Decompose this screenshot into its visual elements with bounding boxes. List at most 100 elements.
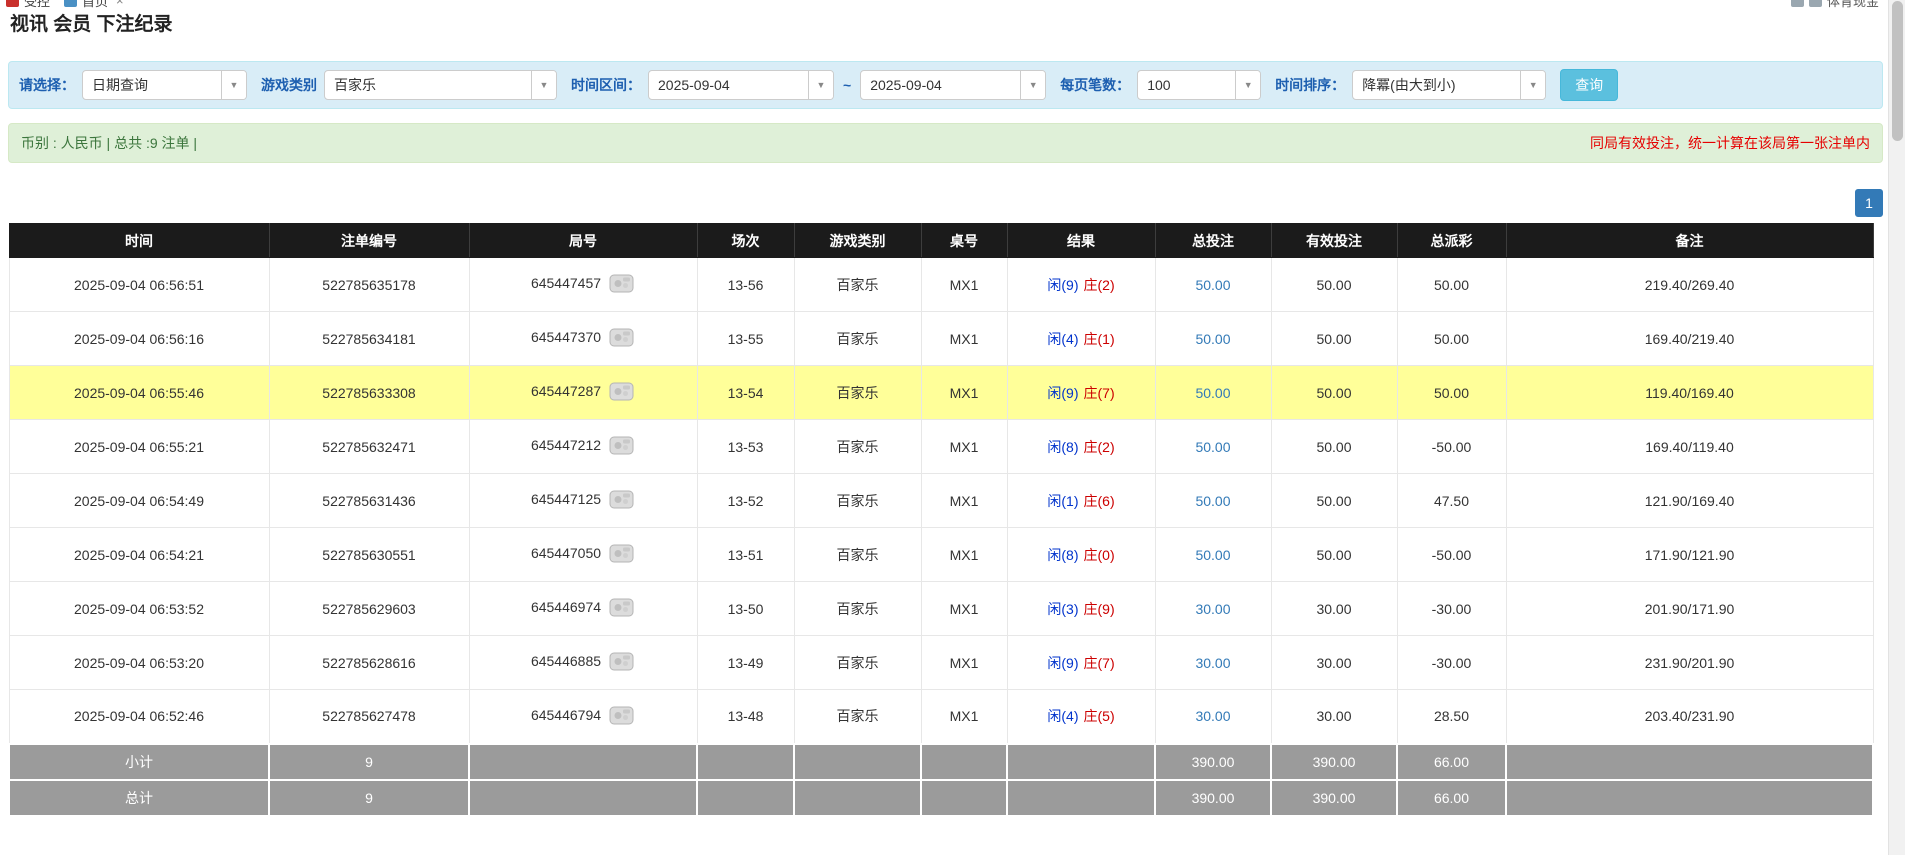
total-bet-link[interactable]: 50.00 — [1195, 439, 1230, 455]
cell-result: 闲(9)庄(7) — [1007, 366, 1155, 420]
table-row: 2025-09-04 06:53:20 522785628616 6454468… — [9, 636, 1873, 690]
cell-total-bet: 30.00 — [1155, 690, 1271, 744]
search-button[interactable]: 查询 — [1560, 69, 1618, 101]
top-right-label: 体育现金 — [1827, 0, 1879, 10]
top-tab-home[interactable]: 首页 × — [64, 0, 124, 10]
cell-note: 119.40/169.40 — [1506, 366, 1873, 420]
result-banker: 庄(9) — [1084, 601, 1115, 617]
cell-note: 201.90/171.90 — [1506, 582, 1873, 636]
total-total-bet: 390.00 — [1155, 780, 1271, 816]
table-row: 2025-09-04 06:56:51 522785635178 6454474… — [9, 258, 1873, 312]
round-id-text: 645447287 — [531, 383, 601, 399]
total-bet-link[interactable]: 50.00 — [1195, 277, 1230, 293]
round-result-icon[interactable] — [609, 272, 635, 297]
page-size-select[interactable]: 100 ▼ — [1137, 70, 1261, 100]
query-type-select[interactable]: 日期查询 ▼ — [82, 70, 247, 100]
scrollbar-thumb[interactable] — [1892, 1, 1903, 141]
cell-game-type: 百家乐 — [794, 582, 921, 636]
top-tab-home-label: 首页 — [82, 0, 108, 10]
result-banker: 庄(0) — [1084, 547, 1115, 563]
total-bet-link[interactable]: 50.00 — [1195, 385, 1230, 401]
cell-table-no: MX1 — [921, 420, 1007, 474]
date-from-select[interactable]: 2025-09-04 ▼ — [648, 70, 834, 100]
cell-payout: 50.00 — [1397, 312, 1506, 366]
result-player: 闲(9) — [1047, 277, 1078, 293]
cell-result: 闲(8)庄(2) — [1007, 420, 1155, 474]
round-id-text: 645447457 — [531, 275, 601, 291]
cell-time: 2025-09-04 06:55:46 — [9, 366, 269, 420]
subtotal-total-bet: 390.00 — [1155, 744, 1271, 780]
page-1-button[interactable]: 1 — [1855, 189, 1883, 217]
chevron-down-icon: ▼ — [1520, 71, 1545, 99]
cell-game-type: 百家乐 — [794, 312, 921, 366]
currency-summary-text: 币别 : 人民币 | 总共 :9 注单 | — [21, 133, 197, 153]
chevron-down-icon: ▼ — [531, 71, 556, 99]
cell-round-id: 645447457 — [469, 258, 697, 312]
total-bet-link[interactable]: 50.00 — [1195, 493, 1230, 509]
total-row: 总计 9 390.00 390.00 66.00 — [9, 780, 1873, 816]
round-result-icon[interactable] — [609, 326, 635, 351]
round-result-icon[interactable] — [609, 434, 635, 459]
total-bet-link[interactable]: 50.00 — [1195, 331, 1230, 347]
top-tab-console[interactable]: 受控 — [6, 0, 50, 10]
round-result-icon[interactable] — [609, 488, 635, 513]
cell-bet-id: 522785630551 — [269, 528, 469, 582]
grid-icon — [1791, 0, 1804, 7]
subtotal-row: 小计 9 390.00 390.00 66.00 — [9, 744, 1873, 780]
cell-session: 13-54 — [697, 366, 794, 420]
chevron-down-icon: ▼ — [221, 71, 246, 99]
filter-bar: 请选择： 日期查询 ▼ 游戏类别 百家乐 ▼ 时间区间： 2025-09-04 … — [8, 61, 1883, 109]
date-to-select[interactable]: 2025-09-04 ▼ — [860, 70, 1046, 100]
cell-result: 闲(9)庄(2) — [1007, 258, 1155, 312]
total-bet-link[interactable]: 50.00 — [1195, 547, 1230, 563]
sort-order-select[interactable]: 降冪(由大到小) ▼ — [1352, 70, 1546, 100]
round-result-icon[interactable] — [609, 650, 635, 675]
game-type-select[interactable]: 百家乐 ▼ — [324, 70, 557, 100]
cell-payout: 28.50 — [1397, 690, 1506, 744]
cell-valid-bet: 30.00 — [1271, 582, 1397, 636]
chevron-down-icon: ▼ — [808, 71, 833, 99]
total-valid-bet: 390.00 — [1271, 780, 1397, 816]
cell-session: 13-48 — [697, 690, 794, 744]
col-table-no: 桌号 — [921, 224, 1007, 258]
col-note: 备注 — [1506, 224, 1873, 258]
cell-round-id: 645447125 — [469, 474, 697, 528]
cell-session: 13-53 — [697, 420, 794, 474]
cell-bet-id: 522785634181 — [269, 312, 469, 366]
cell-payout: -30.00 — [1397, 636, 1506, 690]
result-player: 闲(8) — [1047, 547, 1078, 563]
cell-table-no: MX1 — [921, 582, 1007, 636]
round-result-icon[interactable] — [609, 596, 635, 621]
col-time: 时间 — [9, 224, 269, 258]
subtotal-label: 小计 — [9, 744, 269, 780]
wallet-icon — [1809, 0, 1822, 7]
cell-bet-id: 522785631436 — [269, 474, 469, 528]
cell-time: 2025-09-04 06:53:52 — [9, 582, 269, 636]
page-size-label: 每页笔数： — [1060, 75, 1130, 95]
cell-game-type: 百家乐 — [794, 258, 921, 312]
round-id-text: 645446974 — [531, 599, 601, 615]
query-type-label: 请选择： — [19, 75, 75, 95]
total-bet-link[interactable]: 30.00 — [1195, 708, 1230, 724]
cell-round-id: 645446885 — [469, 636, 697, 690]
cell-game-type: 百家乐 — [794, 690, 921, 744]
round-result-icon[interactable] — [609, 380, 635, 405]
top-right-links[interactable]: 体育现金 — [1791, 0, 1879, 10]
cell-game-type: 百家乐 — [794, 636, 921, 690]
summary-bar: 币别 : 人民币 | 总共 :9 注单 | 同局有效投注，统一计算在该局第一张注… — [8, 123, 1883, 163]
total-bet-link[interactable]: 30.00 — [1195, 655, 1230, 671]
top-tab-console-label: 受控 — [24, 0, 50, 10]
vertical-scrollbar[interactable] — [1888, 0, 1905, 855]
home-icon — [64, 0, 77, 7]
total-bet-link[interactable]: 30.00 — [1195, 601, 1230, 617]
col-session: 场次 — [697, 224, 794, 258]
round-id-text: 645446794 — [531, 707, 601, 723]
round-result-icon[interactable] — [609, 704, 635, 729]
cell-result: 闲(4)庄(1) — [1007, 312, 1155, 366]
subtotal-count: 9 — [269, 744, 469, 780]
cell-valid-bet: 30.00 — [1271, 636, 1397, 690]
table-row: 2025-09-04 06:52:46 522785627478 6454467… — [9, 690, 1873, 744]
table-row: 2025-09-04 06:55:21 522785632471 6454472… — [9, 420, 1873, 474]
close-tab-icon[interactable]: × — [116, 0, 124, 8]
round-result-icon[interactable] — [609, 542, 635, 567]
